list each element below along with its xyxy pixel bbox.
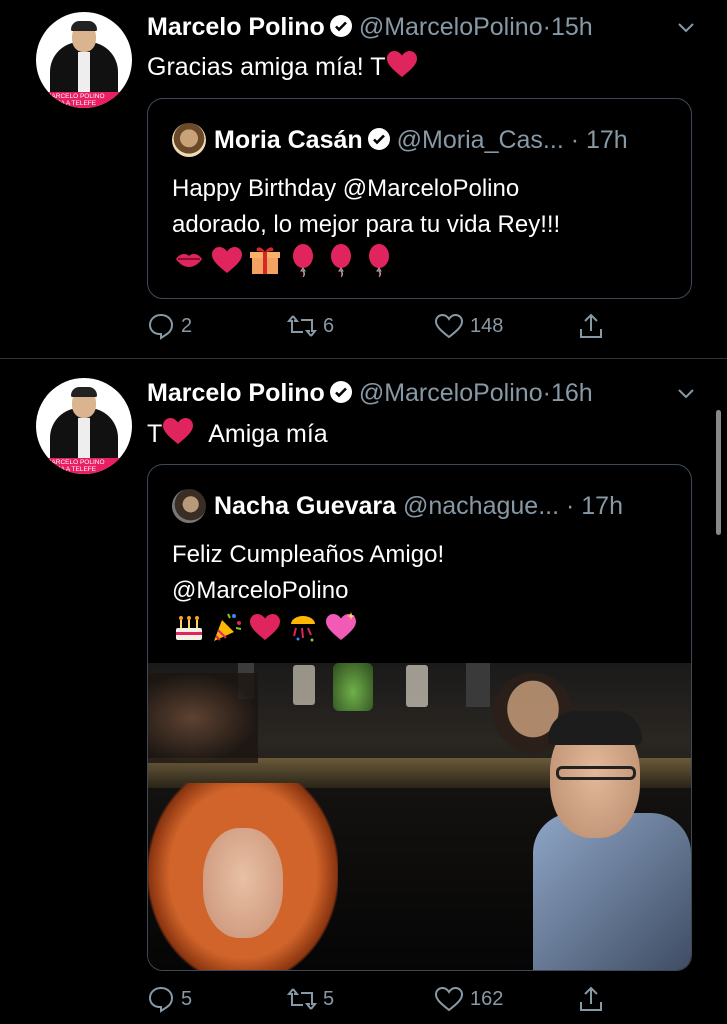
cake-icon (176, 616, 202, 640)
reply-icon (148, 313, 174, 340)
attached-photo[interactable] (148, 663, 691, 970)
quoted-author-avatar (172, 123, 206, 157)
tweet-actions: 2 6 148 (147, 312, 607, 342)
heart-icon (212, 247, 242, 273)
like-count: 148 (470, 314, 504, 337)
retweet-button[interactable]: 5 (287, 985, 334, 1013)
sparkling-heart-icon (326, 612, 356, 640)
quoted-text-line: Happy Birthday @MarceloPolino (172, 175, 520, 202)
quoted-tweet-header: Nacha Guevara @nachague... · 17h (214, 491, 623, 521)
reply-count: 5 (181, 987, 193, 1010)
reply-count: 2 (181, 314, 193, 337)
avatar-band-text: MARCELO POLINO SUMA A TELEFE (46, 93, 105, 107)
party-popper-icon (214, 613, 242, 641)
kiss-icon (176, 254, 202, 267)
quoted-text-line: adorado, lo mejor para tu vida Rey!!! (172, 211, 561, 238)
verified-badge-icon (329, 15, 352, 37)
tweet-text-content: Gracias amiga mía! T (147, 53, 386, 81)
tweet-header: Marcelo Polino @MarceloPolino·16h (147, 378, 593, 408)
quoted-tweet-time: 17h (586, 126, 628, 154)
retweet-button[interactable]: 6 (287, 312, 334, 340)
quoted-text-line: Feliz Cumpleaños Amigo! (172, 541, 445, 568)
tweet-text: Gracias amiga mía! T (147, 50, 418, 82)
quoted-author-name: Moria Casán (214, 126, 363, 154)
scrollbar[interactable] (716, 410, 721, 535)
tweet-actions: 5 5 162 (147, 985, 607, 1015)
quoted-tweet-header: Moria Casán @Moria_Cas... · 17h (214, 125, 628, 155)
emoji-row (172, 610, 358, 644)
quoted-tweet-text: Feliz Cumpleaños Amigo! @MarceloPolino (172, 537, 444, 609)
quoted-tweet[interactable]: Moria Casán @Moria_Cas... · 17h Happy Bir… (147, 98, 692, 299)
separator-dot: · (542, 13, 551, 41)
balloon-icon (369, 244, 389, 277)
tweet-text-content: Amiga mía (208, 420, 328, 448)
author-name[interactable]: Marcelo Polino (147, 13, 325, 41)
share-icon (580, 986, 602, 1011)
tweet-1[interactable]: MARCELO POLINO SUMA A TELEFE Marcelo Pol… (0, 0, 727, 358)
heart-icon (250, 614, 280, 640)
tweet-time[interactable]: 15h (551, 13, 593, 41)
confetti-icon (291, 616, 315, 642)
reply-icon (148, 986, 174, 1013)
chevron-down-icon[interactable] (675, 16, 697, 38)
separator-dot: · (566, 492, 575, 520)
reply-button[interactable]: 5 (147, 985, 192, 1013)
emoji-row (172, 243, 396, 277)
red-heart-emoji-icon (163, 418, 194, 444)
retweet-count: 6 (323, 314, 335, 337)
balloon-icon (331, 244, 351, 277)
tweet-text-content: T (147, 420, 163, 448)
like-button[interactable]: 162 (434, 985, 503, 1013)
like-count: 162 (470, 987, 504, 1010)
retweet-count: 5 (323, 987, 335, 1010)
quoted-author-handle: @Moria_Cas... (396, 126, 564, 154)
avatar-band-text: MARCELO POLINO SUMA A TELEFE (46, 459, 105, 473)
share-button[interactable] (577, 312, 611, 340)
share-button[interactable] (577, 985, 611, 1013)
quoted-text-line: @MarceloPolino (172, 577, 349, 604)
quoted-author-handle: @nachague... (403, 492, 560, 520)
tweet-time[interactable]: 16h (551, 379, 593, 407)
tweet-text: T Amiga mía (147, 417, 328, 449)
red-heart-emoji-icon (386, 51, 417, 77)
heart-outline-icon (434, 986, 464, 1012)
author-avatar[interactable]: MARCELO POLINO SUMA A TELEFE (36, 12, 132, 108)
quoted-author-name: Nacha Guevara (214, 492, 397, 520)
tweet-header: Marcelo Polino @MarceloPolino·15h (147, 12, 593, 42)
balloon-icon (293, 244, 313, 277)
retweet-icon (287, 988, 317, 1010)
author-avatar[interactable]: MARCELO POLINO SUMA A TELEFE (36, 378, 132, 474)
quoted-tweet[interactable]: Nacha Guevara @nachague... · 17h Feliz C… (147, 464, 692, 971)
author-handle[interactable]: @MarceloPolino (359, 13, 543, 41)
author-name[interactable]: Marcelo Polino (147, 379, 325, 407)
retweet-icon (287, 315, 317, 337)
reply-button[interactable]: 2 (147, 312, 192, 340)
heart-outline-icon (434, 313, 464, 339)
separator-dot: · (570, 126, 580, 154)
chevron-down-icon[interactable] (675, 382, 697, 404)
verified-badge-icon (367, 128, 390, 150)
share-icon (580, 313, 602, 338)
quoted-author-avatar (172, 489, 206, 523)
author-handle[interactable]: @MarceloPolino (359, 379, 543, 407)
quoted-tweet-time: 17h (581, 492, 623, 520)
separator-dot: · (542, 379, 551, 407)
verified-badge-icon (329, 381, 352, 403)
tweet-2[interactable]: MARCELO POLINO SUMA A TELEFE Marcelo Pol… (0, 359, 727, 1024)
like-button[interactable]: 148 (434, 312, 503, 340)
gift-icon (250, 247, 280, 274)
quoted-tweet-text: Happy Birthday @MarceloPolino adorado, l… (172, 171, 560, 243)
